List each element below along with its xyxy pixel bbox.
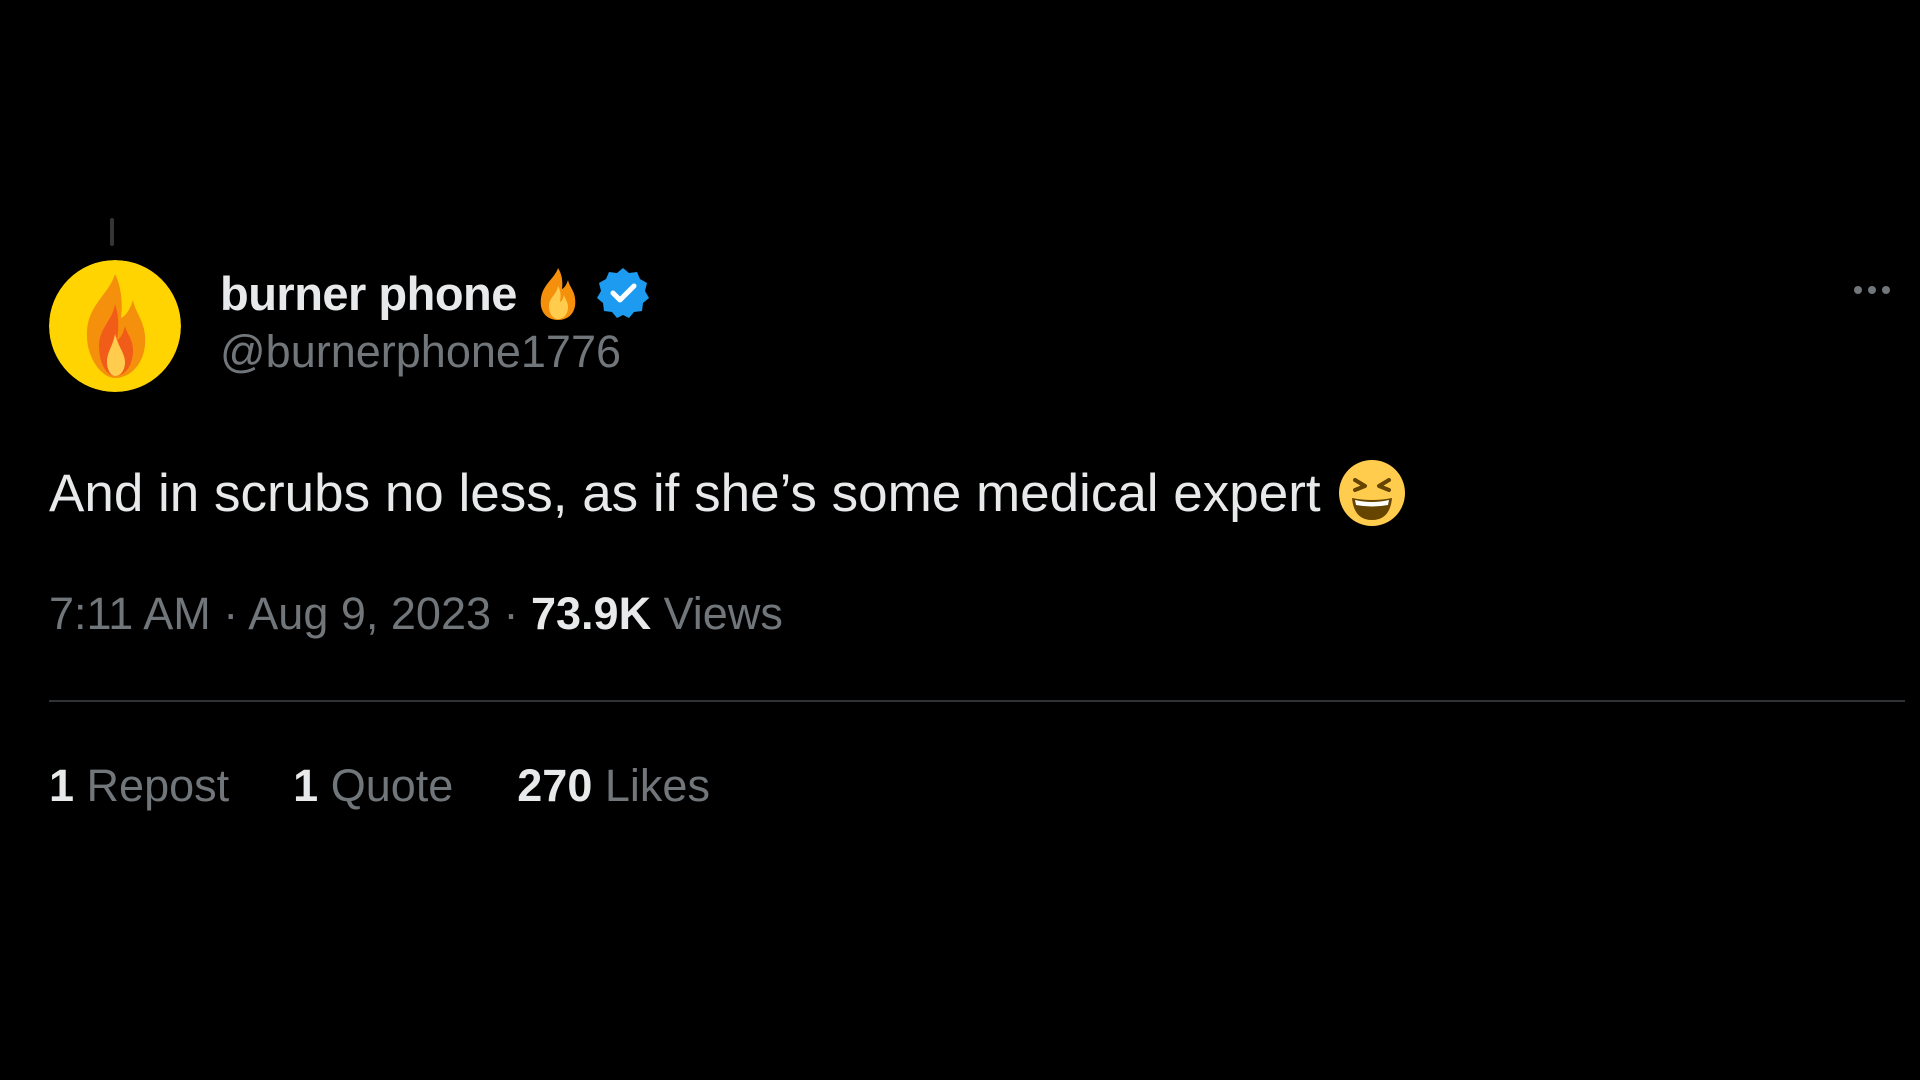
- user-handle[interactable]: @burnerphone1776: [220, 326, 651, 378]
- likes-label: Likes: [604, 760, 710, 811]
- reposts-count: 1: [49, 760, 75, 811]
- reposts-stat[interactable]: 1 Repost: [49, 760, 229, 812]
- fire-emoji-icon: [540, 268, 576, 320]
- views-count: 73.9K: [531, 588, 652, 639]
- more-options-icon: [1854, 286, 1862, 294]
- divider: [49, 700, 1905, 702]
- display-name[interactable]: burner phone: [220, 266, 517, 321]
- tweet-time[interactable]: 7:11 AM: [49, 588, 211, 639]
- views-label: Views: [663, 588, 783, 639]
- tweet-meta: 7:11 AM · Aug 9, 2023 · 73.9K Views: [49, 588, 783, 640]
- quotes-count: 1: [293, 760, 319, 811]
- more-options-button[interactable]: [1842, 270, 1902, 310]
- reposts-label: Repost: [86, 760, 230, 811]
- meta-separator: ·: [210, 588, 249, 639]
- tweet-body: And in scrubs no less, as if she’s some …: [49, 458, 1407, 528]
- more-options-icon-dot: [1868, 286, 1876, 294]
- likes-stat[interactable]: 270 Likes: [517, 760, 710, 812]
- quotes-label: Quote: [330, 760, 454, 811]
- meta-separator: ·: [491, 588, 531, 639]
- fire-avatar-icon: [49, 260, 181, 392]
- avatar[interactable]: [49, 260, 181, 392]
- thread-connector-line: [110, 218, 114, 246]
- tweet-text: And in scrubs no less, as if she’s some …: [49, 463, 1321, 523]
- quotes-stat[interactable]: 1 Quote: [293, 760, 453, 812]
- likes-count: 270: [517, 760, 593, 811]
- tweet-page: burner phone @burnerphone1776 And in scr…: [0, 0, 1920, 1080]
- tweet-header: burner phone @burnerphone1776: [220, 262, 651, 378]
- engagement-stats: 1 Repost 1 Quote 270 Likes: [49, 760, 710, 812]
- name-row: burner phone: [220, 262, 651, 324]
- tweet-date[interactable]: Aug 9, 2023: [248, 588, 491, 639]
- grinning-squinting-face-emoji-icon: [1338, 460, 1405, 526]
- verified-badge-icon[interactable]: [595, 265, 651, 321]
- more-options-icon-dot: [1882, 286, 1890, 294]
